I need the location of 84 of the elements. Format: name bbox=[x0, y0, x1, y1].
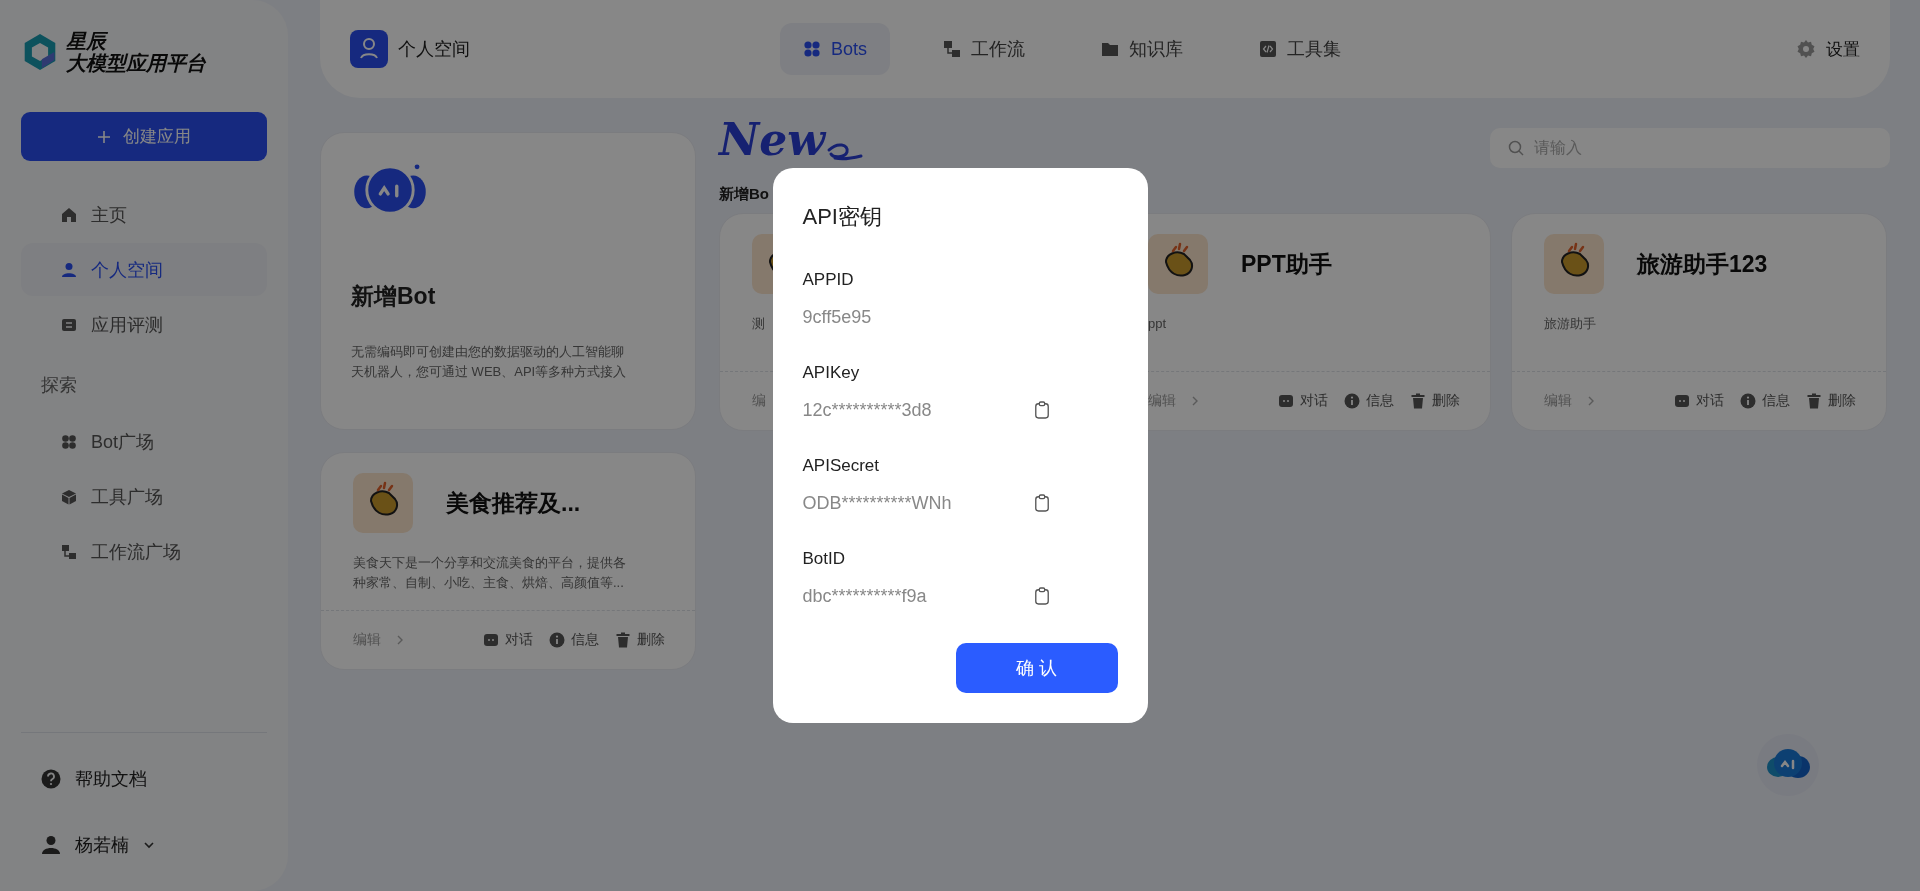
card-description: 无需编码即可创建由您的数据驱动的人工智能聊天机器人，您可通过 WEB、API等多种方式接入 bbox=[351, 343, 628, 381]
card-title: 新增Bot bbox=[351, 282, 437, 311]
new-bot-card[interactable]: 新增Bot 无需编码即可创建由您的数据驱动的人工智能聊天机器人，您可通过 WEB、API等多种方式接入 bbox=[320, 132, 696, 430]
dialog-title: API密钥 bbox=[802, 203, 883, 231]
bot-description: 旅游助手 bbox=[1544, 315, 1596, 333]
copy-icon[interactable] bbox=[1033, 587, 1050, 605]
action-link[interactable]: 信息 bbox=[1344, 392, 1394, 410]
field-label: APPID bbox=[802, 269, 855, 291]
field-value: 9cff5e95 bbox=[802, 306, 873, 328]
grid-icon bbox=[803, 40, 821, 58]
banner-title: New bbox=[719, 114, 826, 166]
settings-icon bbox=[1796, 39, 1816, 59]
chat-icon bbox=[483, 632, 499, 648]
bot-description: ppt bbox=[1148, 315, 1167, 333]
chat-icon bbox=[1278, 393, 1294, 409]
tab[interactable]: 工作流 bbox=[920, 23, 1049, 75]
clapping-hands-icon bbox=[353, 473, 413, 533]
info-icon bbox=[1740, 393, 1756, 409]
bot-name: 美食推荐及... bbox=[446, 488, 581, 518]
field-label: BotID bbox=[802, 548, 847, 570]
field-value: dbc**********f9a bbox=[802, 585, 928, 607]
user-icon bbox=[41, 835, 61, 855]
clapping-hands-icon bbox=[1544, 234, 1604, 294]
cube-icon bbox=[61, 488, 77, 505]
chevron-right-icon bbox=[1190, 395, 1200, 407]
tab[interactable]: 工具集 bbox=[1236, 23, 1365, 75]
chevron-right-icon bbox=[1586, 395, 1596, 407]
code-icon bbox=[1259, 40, 1278, 58]
nav-item[interactable]: 工具广场 bbox=[21, 470, 267, 523]
user-icon bbox=[61, 261, 77, 278]
clapping-hands-icon bbox=[1148, 234, 1208, 294]
plus-icon bbox=[97, 129, 111, 144]
settings-button[interactable]: 设置 bbox=[1796, 37, 1860, 61]
field-label: APISecret bbox=[802, 455, 881, 477]
chevron-right-icon bbox=[395, 634, 405, 646]
chat-icon bbox=[1674, 393, 1690, 409]
nav-item[interactable]: 应用评测 bbox=[21, 298, 267, 351]
action-link[interactable]: 信息 bbox=[1740, 392, 1790, 410]
trash-icon bbox=[615, 632, 631, 648]
trash-icon bbox=[1806, 393, 1822, 409]
grid-icon bbox=[61, 433, 77, 450]
info-icon bbox=[549, 632, 565, 648]
bot-description: 测 bbox=[752, 315, 765, 333]
action-link[interactable]: 信息 bbox=[549, 631, 599, 649]
flow-icon bbox=[61, 543, 77, 560]
space-title: 个人空间 bbox=[398, 38, 470, 61]
nav-item[interactable]: 个人空间 bbox=[21, 243, 267, 296]
home-icon bbox=[61, 206, 77, 223]
trash-icon bbox=[1410, 393, 1426, 409]
section-label: 新增Bo bbox=[719, 185, 770, 204]
info-icon bbox=[1344, 393, 1360, 409]
field-value: 12c**********3d8 bbox=[802, 399, 933, 421]
copy-icon[interactable] bbox=[1033, 494, 1050, 512]
action-link[interactable]: 对话 bbox=[1674, 392, 1724, 410]
user-badge-icon bbox=[350, 30, 388, 68]
field-value: ODB**********WNh bbox=[802, 492, 953, 514]
logo-icon bbox=[22, 32, 58, 72]
help-link[interactable]: 帮助文档 bbox=[21, 749, 267, 809]
tab[interactable]: Bots bbox=[780, 23, 891, 75]
nav-item[interactable]: Bot广场 bbox=[21, 415, 267, 468]
screen-icon bbox=[61, 316, 77, 333]
app-name: 大模型应用平台 bbox=[66, 52, 206, 74]
flow-icon bbox=[943, 40, 962, 58]
action-link[interactable]: 删除 bbox=[1410, 392, 1460, 410]
confirm-button[interactable]: 确 认 bbox=[955, 643, 1118, 693]
field-label: APIKey bbox=[802, 362, 861, 384]
tab[interactable]: 知识库 bbox=[1078, 23, 1207, 75]
user-menu[interactable]: 杨若楠 bbox=[21, 815, 267, 875]
action-link[interactable]: 对话 bbox=[483, 631, 533, 649]
chevron-down-icon bbox=[143, 839, 155, 851]
create-app-button[interactable]: 创建应用 bbox=[21, 112, 267, 161]
help-icon bbox=[41, 769, 61, 789]
nav-item[interactable]: 工作流广场 bbox=[21, 525, 267, 578]
bot-name: 旅游助手123 bbox=[1637, 249, 1768, 279]
app-name: 星辰 bbox=[66, 30, 109, 52]
bot-name: PPT助手 bbox=[1241, 249, 1332, 279]
search-icon bbox=[1508, 140, 1524, 156]
copy-icon[interactable] bbox=[1033, 401, 1050, 419]
section-heading: 探索 bbox=[40, 374, 78, 397]
action-link[interactable]: 对话 bbox=[1278, 392, 1328, 410]
action-link[interactable]: 删除 bbox=[1806, 392, 1856, 410]
folder-icon bbox=[1101, 40, 1120, 58]
action-link[interactable]: 删除 bbox=[615, 631, 665, 649]
nav-item[interactable]: 主页 bbox=[21, 188, 267, 241]
